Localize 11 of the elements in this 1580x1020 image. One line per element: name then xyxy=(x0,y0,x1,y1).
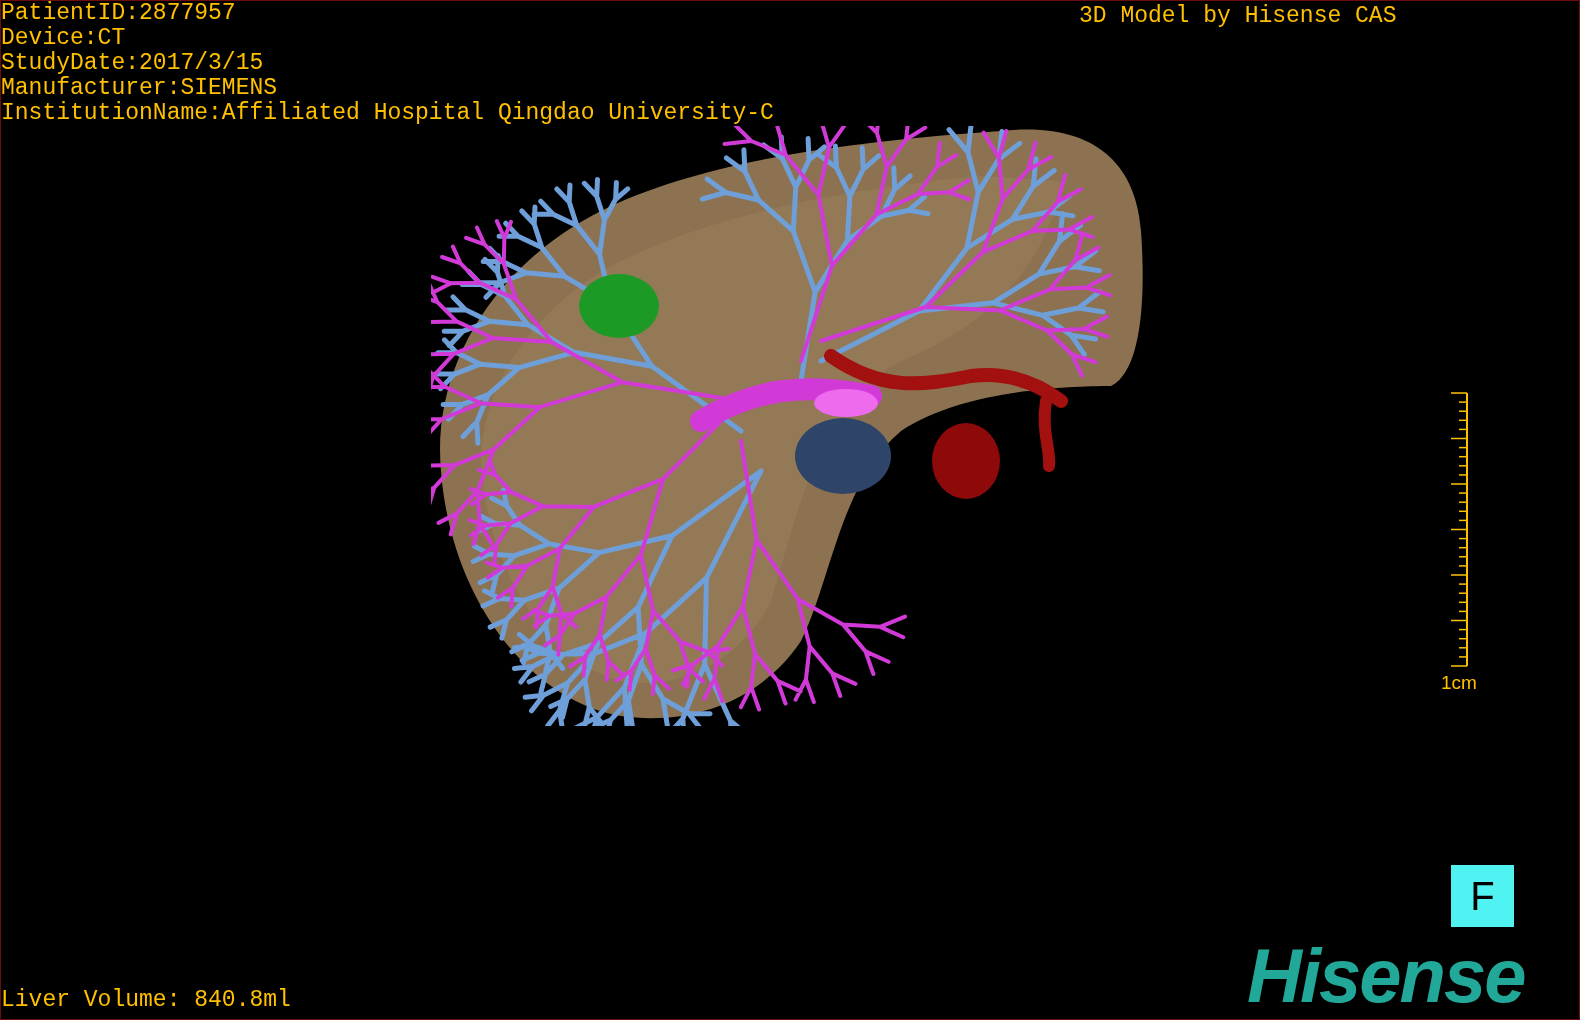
info-text: Device:CT xyxy=(1,26,127,51)
info-text: StudyDate:2017/3/15 xyxy=(1,51,265,76)
model-caption: 3D Model by Hisense CAS xyxy=(1079,2,1397,31)
info-text: PatientID:2877957 xyxy=(1,1,237,26)
orientation-button[interactable]: F xyxy=(1451,865,1514,927)
info-text: InstitutionName:Affiliated Hospital Qingdao University-C xyxy=(1,101,774,126)
info-text: Manufacturer:SIEMENS xyxy=(1,76,279,101)
scale-label: 1cm xyxy=(1441,672,1477,694)
brand-logo: Hisense xyxy=(1247,936,1525,1016)
scale-ruler-icon xyxy=(1450,392,1469,668)
liver-volume-text: Liver Volume: 840.8ml xyxy=(1,986,291,1015)
